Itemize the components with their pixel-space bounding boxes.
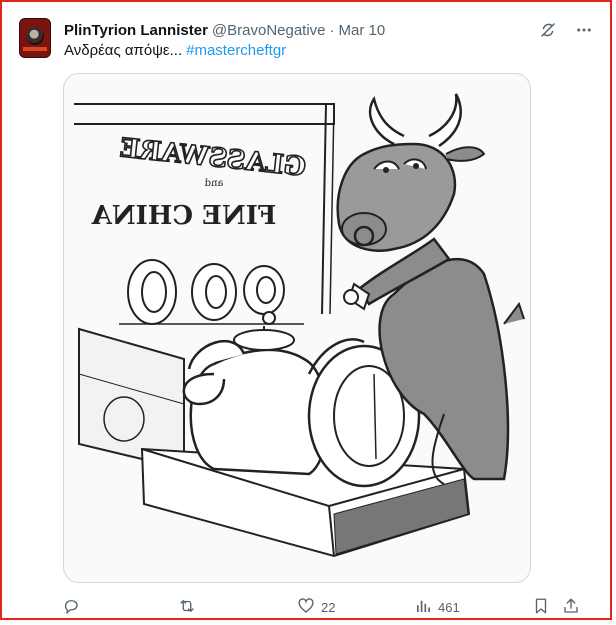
bookmark-button[interactable] (532, 597, 550, 618)
like-button[interactable]: 22 (297, 597, 335, 618)
heart-icon (297, 597, 315, 618)
cartoon-bull-china-shop: GLASSWARE and FINE CHINA (74, 93, 525, 558)
separator: · (329, 21, 335, 39)
sign-line-2: FINE CHINA (91, 201, 276, 231)
user-handle[interactable]: @BravoNegative (212, 22, 326, 39)
like-count: 22 (321, 600, 336, 615)
reply-button[interactable] (62, 597, 86, 618)
retweet-icon (178, 597, 196, 618)
tweet-date[interactable]: Mar 10 (339, 22, 386, 39)
tweet-header: PlinTyrion Lannister @BravoNegative · Ma… (64, 20, 385, 40)
reply-icon (62, 597, 80, 618)
tweet-text: Ανδρέας απόψε... #mastercheftgr (64, 42, 286, 59)
views-button[interactable]: 461 (414, 597, 460, 618)
display-name[interactable]: PlinTyrion Lannister (64, 22, 208, 39)
tweet-body: Ανδρέας απόψε... (64, 42, 183, 59)
more-icon[interactable] (574, 20, 594, 40)
shop-sign: GLASSWARE and FINE CHINA (91, 133, 308, 231)
tweet-actions: 22 461 (62, 597, 590, 617)
bookmark-icon (532, 597, 550, 618)
share-icon (562, 597, 580, 618)
views-icon (414, 597, 432, 618)
sign-line-1: GLASSWARE (118, 133, 307, 182)
sign-connector: and (204, 178, 223, 189)
avatar-emblem-icon (26, 26, 44, 45)
retweet-button[interactable] (178, 597, 202, 618)
views-count: 461 (438, 600, 460, 615)
hashtag-link[interactable]: #mastercheftgr (186, 42, 286, 59)
tweet-image[interactable]: GLASSWARE and FINE CHINA (63, 73, 531, 583)
share-button[interactable] (562, 597, 580, 618)
tweet-top-icons (538, 20, 594, 40)
grok-icon[interactable] (538, 20, 558, 40)
avatar[interactable] (19, 18, 51, 58)
